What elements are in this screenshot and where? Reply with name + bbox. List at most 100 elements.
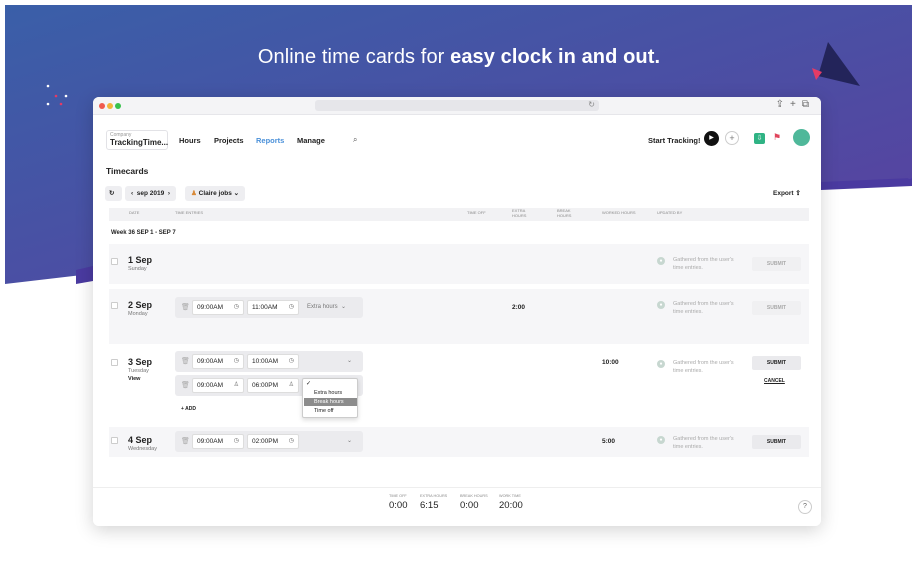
dropdown-option-extra-hours[interactable]: Extra hours (304, 389, 357, 397)
app-navbar: Company TrackingTime... Hours Projects R… (93, 115, 821, 161)
submit-button[interactable]: SUBMIT (752, 435, 801, 449)
row-weekday: Tuesday (128, 368, 149, 374)
time-entry: 🗑 09:00AM ◷ 02:00PM ◷ ⌄ (175, 431, 363, 452)
url-bar[interactable]: ↻ (315, 100, 599, 111)
entry-type-dropdown: ✓ Extra hours Break hours Time off (302, 378, 358, 418)
chevron-down-icon[interactable]: ⌄ (347, 357, 352, 364)
page-title: Timecards (106, 166, 149, 176)
reload-icon[interactable]: ↻ (588, 100, 595, 109)
submit-button[interactable]: SUBMIT (752, 356, 801, 370)
start-time-input[interactable]: 09:00AM ♙ (192, 378, 244, 393)
nav-projects[interactable]: Projects (214, 136, 244, 145)
help-icon[interactable]: ? (798, 500, 812, 514)
close-dot[interactable] (99, 103, 105, 109)
app-window: ↻ ⇪+⧉ Company TrackingTime... Hours Proj… (93, 97, 821, 526)
browser-actions[interactable]: ⇪+⧉ (776, 99, 815, 110)
trash-icon[interactable]: 🗑 (181, 381, 190, 389)
updated-by-note: ● Gathered from the user's time entries. (657, 300, 737, 316)
gathered-icon: ● (657, 301, 665, 309)
start-time-input[interactable]: 09:00AM ◷ (192, 300, 244, 315)
add-entry-button[interactable]: + ADD (181, 406, 196, 412)
maximize-dot[interactable] (115, 103, 121, 109)
nav-manage[interactable]: Manage (297, 136, 325, 145)
minimize-dot[interactable] (107, 103, 113, 109)
check-icon: ✓ (306, 381, 312, 387)
row-day: 2 Sep (128, 300, 153, 310)
notification-icon[interactable]: ⚑ (773, 132, 781, 143)
totals-footer: TIME OFF 0:00 EXTRA HOURS 6:15 BREAK HOURS… (93, 487, 821, 526)
view-link[interactable]: View (128, 376, 140, 382)
worked-hours-value: 5:00 (602, 438, 616, 445)
share-icon: ⇪ (775, 99, 791, 110)
submit-button[interactable]: SUBMIT (752, 257, 801, 271)
gathered-icon: ● (657, 436, 665, 444)
browser-titlebar: ↻ ⇪+⧉ (93, 97, 821, 115)
entry-type-select[interactable]: Extra hours ⌄ (307, 303, 346, 310)
export-icon: ⇪ (795, 190, 801, 197)
chevron-down-icon[interactable]: ⌄ (347, 437, 352, 444)
start-tracking-label: Start Tracking! (648, 136, 701, 145)
end-time-input[interactable]: 10:00AM ◷ (247, 354, 299, 369)
table-row: 3 Sep Tuesday View 🗑 09:00AM ◷ 10:00AM ◷ ⌄… (109, 349, 809, 421)
period-selector[interactable]: ‹ sep 2019 › (125, 186, 177, 201)
updated-by-note: ● Gathered from the user's time entries. (657, 435, 737, 451)
start-time-input[interactable]: 09:00AM ◷ (192, 434, 244, 449)
total-break-hours: BREAK HOURS 0:00 (460, 494, 488, 511)
refresh-icon[interactable]: ↻ (105, 186, 122, 201)
col-date: DATE (129, 210, 140, 215)
person-icon: ♙ (288, 382, 294, 388)
start-time-input[interactable]: 09:00AM ◷ (192, 354, 244, 369)
table-row: 1 Sep Sunday ● Gathered from the user's t… (109, 244, 809, 284)
search-icon[interactable]: ⌕ (353, 135, 357, 145)
company-selector[interactable]: Company TrackingTime... (106, 130, 168, 150)
play-button[interactable]: ▶ (704, 131, 719, 146)
trash-icon[interactable]: 🗑 (181, 357, 190, 365)
total-time-off: TIME OFF 0:00 (389, 494, 408, 511)
gathered-icon: ● (657, 360, 665, 368)
trash-icon[interactable]: 🗑 (181, 437, 190, 445)
row-weekday: Sunday (128, 266, 147, 272)
dropdown-option-break-hours[interactable]: Break hours (304, 398, 357, 406)
clock-icon: ◷ (288, 438, 294, 444)
table-header: DATE TIME ENTRIES TIME OFF EXTRA HOURS B… (109, 208, 809, 221)
row-checkbox[interactable] (111, 359, 118, 366)
time-entry: 🗑 09:00AM ◷ 11:00AM ◷ Extra hours ⌄ (175, 297, 363, 318)
avatar[interactable] (793, 129, 810, 146)
end-time-input[interactable]: 06:00PM ♙ (247, 378, 299, 393)
end-time-input[interactable]: 11:00AM ◷ (247, 300, 299, 315)
updated-by-note: ● Gathered from the user's time entries. (657, 359, 737, 375)
add-button[interactable]: + (725, 131, 739, 145)
total-extra-hours: EXTRA HOURS 6:15 (420, 494, 448, 511)
worked-hours-value: 10:00 (602, 359, 619, 366)
trash-icon[interactable]: 🗑 (181, 303, 190, 311)
col-extra-hours: EXTRA HOURS (512, 208, 527, 218)
user-selector[interactable]: ♟ Claire jobs ⌄ (185, 186, 246, 201)
end-time-input[interactable]: 02:00PM ◷ (247, 434, 299, 449)
extra-hours-value: 2:00 (512, 304, 526, 311)
row-day: 4 Sep (128, 435, 153, 445)
time-entry: 🗑 09:00AM ◷ 10:00AM ◷ ⌄ (175, 351, 363, 372)
period-label: sep 2019 (136, 190, 165, 197)
clock-icon: ◷ (233, 438, 239, 444)
nav-reports[interactable]: Reports (256, 136, 284, 145)
company-value: TrackingTime... (110, 138, 169, 147)
cancel-link[interactable]: CANCEL (764, 378, 785, 384)
week-label: Week 36 SEP 1 - SEP 7 (111, 230, 176, 236)
row-checkbox[interactable] (111, 437, 118, 444)
row-checkbox[interactable] (111, 302, 118, 309)
row-checkbox[interactable] (111, 258, 118, 265)
download-icon[interactable]: ⇩ (754, 133, 765, 144)
table-row: 2 Sep Monday 🗑 09:00AM ◷ 11:00AM ◷ Extra h… (109, 289, 809, 344)
clock-icon: ◷ (288, 358, 294, 364)
tabs-icon: ⧉ (801, 99, 815, 110)
row-day: 1 Sep (128, 255, 153, 265)
dropdown-option-time-off[interactable]: Time off (304, 407, 357, 415)
updated-by-note: ● Gathered from the user's time entries. (657, 256, 737, 272)
person-icon: ♙ (233, 382, 239, 388)
total-work-time: WORK TIME 20:00 (499, 494, 523, 511)
row-weekday: Wednesday (128, 446, 157, 452)
export-button[interactable]: Export ⇪ (773, 189, 801, 197)
nav-hours[interactable]: Hours (179, 136, 201, 145)
gathered-icon: ● (657, 257, 665, 265)
submit-button[interactable]: SUBMIT (752, 301, 801, 315)
